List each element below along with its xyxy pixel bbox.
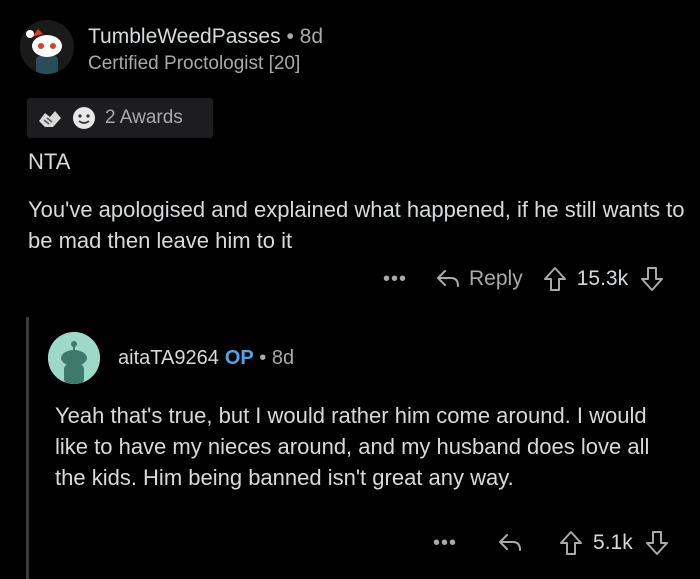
vote-controls: 15.3k [543, 266, 664, 292]
reply-user-avatar[interactable] [48, 332, 100, 384]
comment-author: TumbleWeedPasses • 8d [88, 25, 323, 49]
snoo-avatar-icon [20, 20, 74, 74]
op-badge: OP [224, 347, 254, 369]
comment-paragraph: You've apologised and explained what hap… [28, 197, 685, 253]
user-flair: Certified Proctologist [20] [88, 53, 301, 74]
downvote-arrow-icon[interactable] [645, 530, 669, 556]
vote-controls: 5.1k [559, 530, 669, 556]
username-link[interactable]: aitaTA9264 [118, 347, 219, 369]
reply-label: Reply [469, 267, 523, 290]
comment-paragraph: NTA [28, 149, 71, 174]
more-options-button[interactable]: ••• [433, 532, 457, 555]
reply-actions: ••• 5.1k [433, 530, 669, 556]
reply-age: 8d [271, 347, 295, 369]
reply-button[interactable] [497, 532, 523, 554]
snoo-avatar-icon [48, 332, 100, 384]
comment-actions: ••• Reply 15.3k [383, 266, 664, 292]
user-avatar[interactable] [20, 20, 74, 74]
more-options-button[interactable]: ••• [383, 268, 407, 291]
upvote-arrow-icon[interactable] [543, 266, 567, 292]
upvote-arrow-icon[interactable] [559, 530, 583, 556]
separator-dot: • [259, 347, 267, 369]
vote-score: 15.3k [576, 267, 629, 290]
comment-body: NTA You've apologised and explained what… [28, 146, 688, 273]
reply-arrow-icon [499, 534, 522, 551]
username-link[interactable]: TumbleWeedPasses [88, 25, 281, 48]
awards-badge[interactable]: 2 Awards [27, 98, 213, 138]
vote-score: 5.1k [593, 531, 633, 554]
comment-age: 8d [299, 25, 323, 48]
reply-author: aitaTA9264 OP • 8d [118, 347, 294, 370]
separator-dot: • [286, 25, 294, 48]
awards-count: 2 Awards [105, 107, 183, 128]
wholesome-award-icon [69, 103, 99, 133]
reply-body: Yeah that's true, but I would rather him… [55, 403, 650, 490]
reply-button[interactable]: Reply [435, 267, 523, 291]
handshake-award-icon [35, 103, 65, 133]
thread-collapse-line[interactable] [26, 317, 29, 579]
downvote-arrow-icon[interactable] [640, 266, 664, 292]
reply-arrow-icon [437, 270, 460, 287]
